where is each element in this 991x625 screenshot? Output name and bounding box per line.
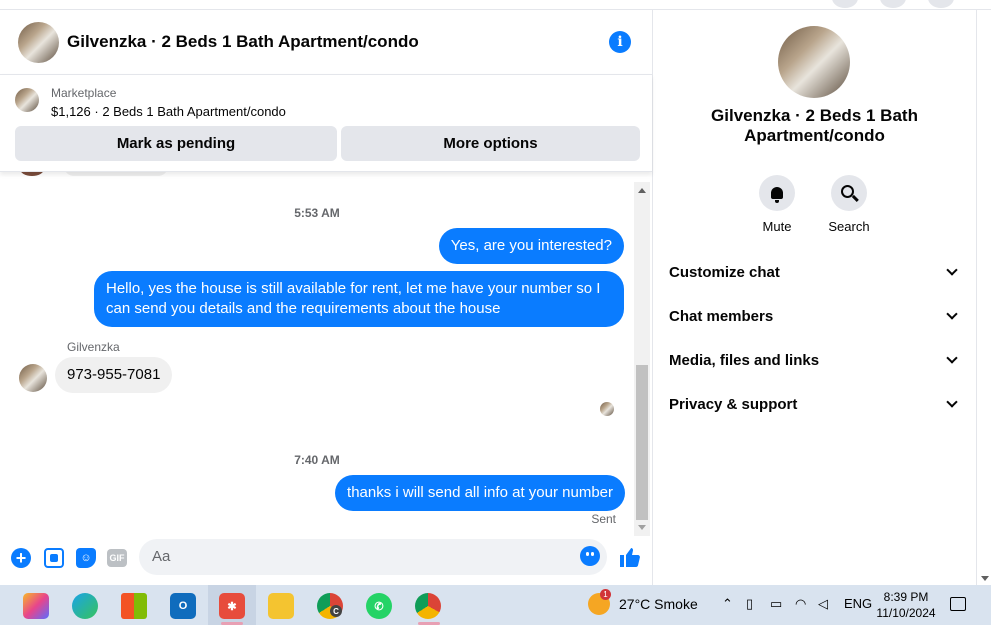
search-button[interactable]: Search bbox=[819, 175, 879, 234]
notification-icon[interactable] bbox=[950, 597, 966, 611]
listing-thumbnail[interactable] bbox=[15, 88, 39, 112]
details-panel: Gilvenzka · 2 Beds 1 Bath Apartment/cond… bbox=[653, 10, 976, 585]
sender-avatar bbox=[20, 172, 44, 176]
file-explorer-icon[interactable] bbox=[268, 593, 294, 619]
weather-badge: 1 bbox=[600, 589, 611, 600]
gif-icon[interactable]: GIF bbox=[107, 549, 127, 567]
composer: + ☺ GIF Aa bbox=[0, 537, 652, 585]
page-scrollbar[interactable] bbox=[976, 10, 991, 585]
outlook-icon[interactable]: O bbox=[170, 593, 196, 619]
section-label: Customize chat bbox=[669, 263, 780, 281]
edge-icon[interactable] bbox=[72, 593, 98, 619]
section-label: Chat members bbox=[669, 307, 774, 325]
sender-name: Gilvenzka bbox=[67, 340, 120, 354]
wifi-icon[interactable]: ◠ bbox=[795, 596, 806, 612]
messenger-window: Gilvenzka · 2 Beds 1 Bath Apartment/cond… bbox=[0, 0, 991, 585]
photo-icon[interactable] bbox=[44, 548, 64, 568]
scroll-up-arrow[interactable] bbox=[638, 188, 646, 193]
clock-date: 11/10/2024 bbox=[876, 606, 936, 620]
top-button[interactable] bbox=[832, 0, 858, 8]
listing-price[interactable]: $1,126 · 2 Beds 1 Bath Apartment/condo bbox=[51, 104, 286, 119]
thumbs-up-icon[interactable] bbox=[618, 545, 642, 569]
battery-icon[interactable]: ▭ bbox=[770, 596, 782, 612]
mute-button[interactable]: Mute bbox=[747, 175, 807, 234]
app-icon[interactable]: ✱ bbox=[219, 593, 245, 619]
message-bubble-out[interactable]: Hello, yes the house is still available … bbox=[94, 271, 624, 327]
chat-pane: Gilvenzka · 2 Beds 1 Bath Apartment/cond… bbox=[0, 10, 653, 585]
top-strip bbox=[0, 0, 991, 10]
info-icon[interactable]: i bbox=[609, 31, 631, 53]
chevron-down-icon bbox=[946, 352, 958, 364]
clock[interactable]: 8:39 PM 11/10/2024 bbox=[870, 589, 942, 621]
weather-text[interactable]: 27°C Smoke bbox=[619, 596, 698, 612]
section-media-files[interactable]: Media, files and links bbox=[669, 345, 960, 375]
clock-time: 8:39 PM bbox=[883, 590, 929, 604]
scrollbar[interactable] bbox=[634, 182, 650, 536]
message-bubble-in[interactable]: 973-955-7081 bbox=[55, 357, 173, 393]
section-privacy-support[interactable]: Privacy & support bbox=[669, 389, 960, 419]
section-customize-chat[interactable]: Customize chat bbox=[669, 257, 960, 287]
chevron-down-icon bbox=[946, 264, 958, 276]
scroll-thumb[interactable] bbox=[636, 365, 648, 520]
top-avatar[interactable] bbox=[928, 0, 954, 8]
chrome-profile-badge: C bbox=[330, 605, 342, 617]
message-bubble-in[interactable] bbox=[64, 172, 168, 176]
timestamp: 5:53 AM bbox=[294, 206, 340, 220]
scroll-down-arrow[interactable] bbox=[981, 576, 989, 581]
chat-title[interactable]: Gilvenzka · 2 Beds 1 Bath Apartment/cond… bbox=[67, 32, 419, 52]
panel-title: Gilvenzka · 2 Beds 1 Bath Apartment/cond… bbox=[711, 106, 918, 145]
bell-icon bbox=[771, 187, 783, 203]
chevron-down-icon bbox=[946, 396, 958, 408]
device-icon[interactable]: ▯ bbox=[746, 596, 753, 612]
section-chat-members[interactable]: Chat members bbox=[669, 301, 960, 331]
message-list: 5:53 AM Yes, are you interested? Hello, … bbox=[0, 172, 634, 528]
chevron-down-icon bbox=[946, 308, 958, 320]
chevron-up-icon[interactable]: ⌃ bbox=[722, 596, 733, 612]
search-icon bbox=[840, 184, 854, 198]
message-bubble-out[interactable]: Yes, are you interested? bbox=[438, 228, 624, 264]
read-receipt-avatar bbox=[600, 402, 614, 416]
store-icon[interactable] bbox=[121, 593, 147, 619]
sender-avatar[interactable] bbox=[19, 364, 47, 392]
message-input[interactable]: Aa bbox=[139, 539, 607, 575]
listing-photo[interactable] bbox=[778, 26, 850, 98]
taskbar: O ✱ C ✆ 1 27°C Smoke ⌃ ▯ ▭ ◠ ◁ ENG 8:39 … bbox=[0, 585, 991, 625]
chat-header: Gilvenzka · 2 Beds 1 Bath Apartment/cond… bbox=[0, 10, 652, 74]
emoji-icon[interactable] bbox=[580, 546, 600, 566]
mute-label: Mute bbox=[762, 219, 792, 234]
scroll-down-arrow[interactable] bbox=[638, 525, 646, 530]
language-indicator[interactable]: ENG bbox=[844, 596, 872, 611]
marketplace-banner: Marketplace $1,126 · 2 Beds 1 Bath Apart… bbox=[0, 74, 652, 172]
mark-pending-button[interactable]: Mark as pending bbox=[15, 126, 337, 161]
message-bubble-out[interactable]: thanks i will send all info at your numb… bbox=[335, 475, 625, 511]
marketplace-label: Marketplace bbox=[51, 86, 117, 100]
chrome-icon[interactable] bbox=[415, 593, 441, 619]
sticker-icon[interactable]: ☺ bbox=[76, 548, 96, 568]
copilot-icon[interactable] bbox=[23, 593, 49, 619]
plus-icon[interactable]: + bbox=[11, 548, 31, 568]
section-label: Privacy & support bbox=[669, 395, 798, 413]
volume-icon[interactable]: ◁ bbox=[818, 596, 828, 612]
timestamp: 7:40 AM bbox=[294, 453, 340, 467]
more-options-button[interactable]: More options bbox=[341, 126, 640, 161]
search-label: Search bbox=[828, 219, 870, 234]
whatsapp-icon[interactable]: ✆ bbox=[366, 593, 392, 619]
section-label: Media, files and links bbox=[669, 351, 820, 369]
message-status: Sent bbox=[591, 512, 616, 526]
top-button[interactable] bbox=[880, 0, 906, 8]
listing-avatar[interactable] bbox=[18, 21, 59, 63]
